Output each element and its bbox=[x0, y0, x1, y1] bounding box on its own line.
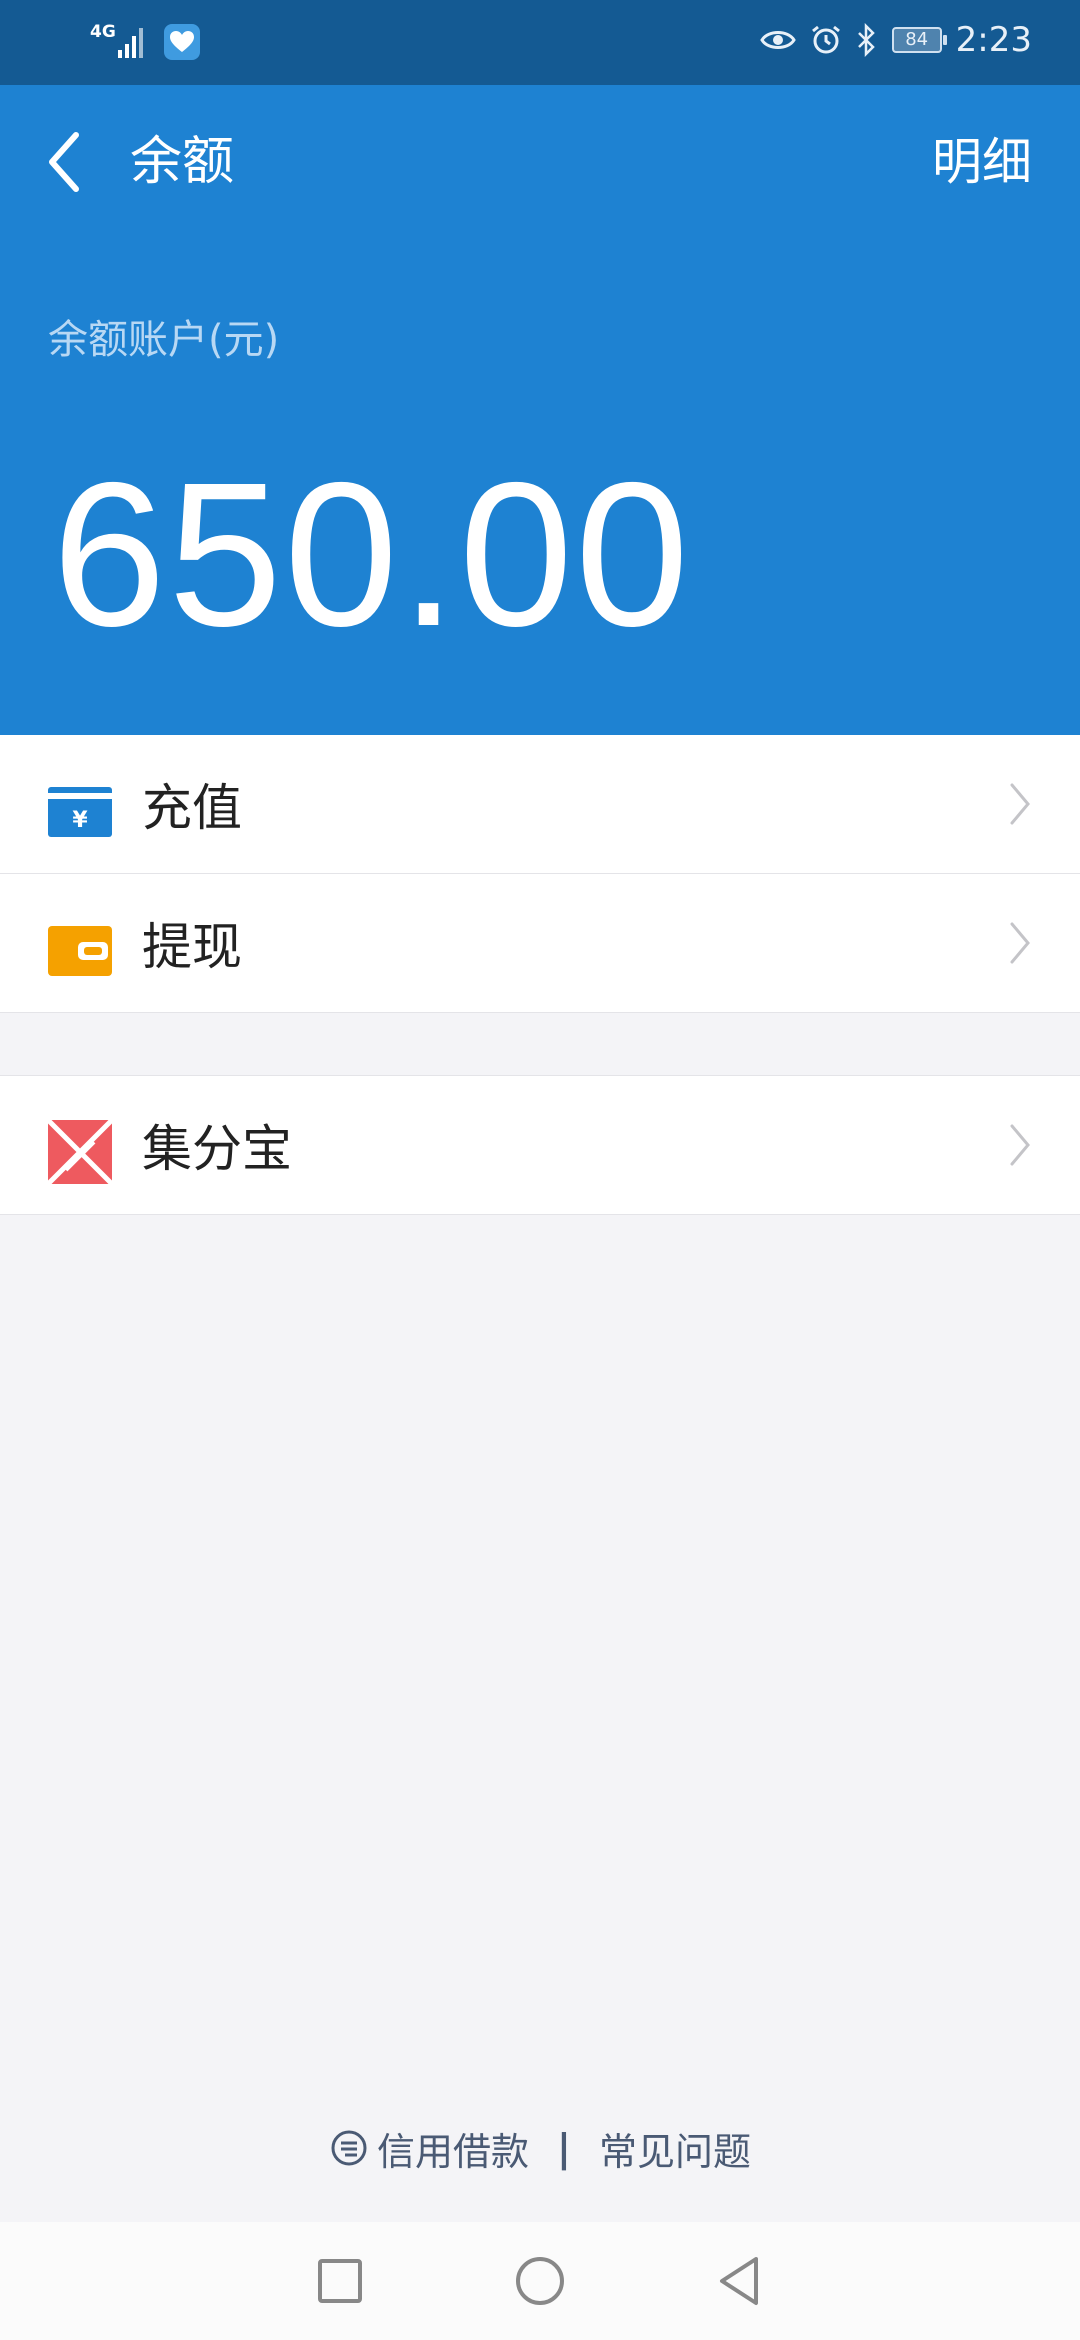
status-bar: 4G 84 2:23 bbox=[0, 0, 1080, 85]
account-label: 余额账户(元) bbox=[48, 317, 280, 363]
battery-indicator: 84 bbox=[891, 27, 947, 53]
back-icon[interactable] bbox=[716, 2255, 764, 2307]
footer-separator: | bbox=[557, 2126, 571, 2170]
credit-loan-icon bbox=[331, 2130, 367, 2166]
withdraw-label: 提现 bbox=[142, 918, 242, 976]
chevron-right-icon bbox=[1010, 1124, 1030, 1166]
app-notification-icon bbox=[164, 24, 200, 60]
withdraw-row[interactable]: 提现 bbox=[0, 874, 1080, 1013]
credit-loan-label: 信用借款 bbox=[377, 2129, 530, 2174]
clock: 2:23 bbox=[955, 20, 1032, 60]
svg-text:¥: ¥ bbox=[72, 808, 88, 833]
recharge-row[interactable]: ¥ 充值 bbox=[0, 735, 1080, 874]
balance-actions-list: ¥ 充值 提现 bbox=[0, 735, 1080, 1013]
recent-apps-icon[interactable] bbox=[316, 2257, 364, 2305]
chevron-right-icon bbox=[1010, 783, 1030, 825]
balance-header: 余额 明细 余额账户(元) 650.00 bbox=[0, 85, 1080, 735]
wallet-icon bbox=[48, 926, 112, 976]
jifenbao-row[interactable]: 集分宝 bbox=[0, 1075, 1080, 1215]
balance-amount: 650.00 bbox=[52, 440, 692, 669]
jifenbao-icon bbox=[48, 1120, 112, 1184]
signal-icon: 4G bbox=[90, 22, 150, 62]
navigation-bar bbox=[0, 2222, 1080, 2340]
footer-links: 信用借款 | 常见问题 bbox=[0, 2118, 1080, 2178]
rewards-list: 集分宝 bbox=[0, 1075, 1080, 1215]
jifenbao-label: 集分宝 bbox=[142, 1120, 292, 1178]
bluetooth-icon bbox=[857, 23, 875, 57]
recharge-label: 充值 bbox=[142, 779, 242, 837]
back-arrow-icon[interactable] bbox=[44, 127, 84, 197]
home-icon[interactable] bbox=[514, 2255, 566, 2307]
faq-link[interactable]: 常见问题 bbox=[599, 2121, 751, 2176]
page-title: 余额 bbox=[130, 132, 235, 192]
detail-link[interactable]: 明细 bbox=[932, 127, 1032, 197]
eye-icon bbox=[759, 31, 796, 49]
recharge-card-icon: ¥ bbox=[48, 787, 112, 837]
alarm-icon bbox=[811, 25, 840, 54]
credit-loan-link[interactable]: 信用借款 bbox=[329, 2121, 529, 2176]
chevron-right-icon bbox=[1010, 922, 1030, 964]
